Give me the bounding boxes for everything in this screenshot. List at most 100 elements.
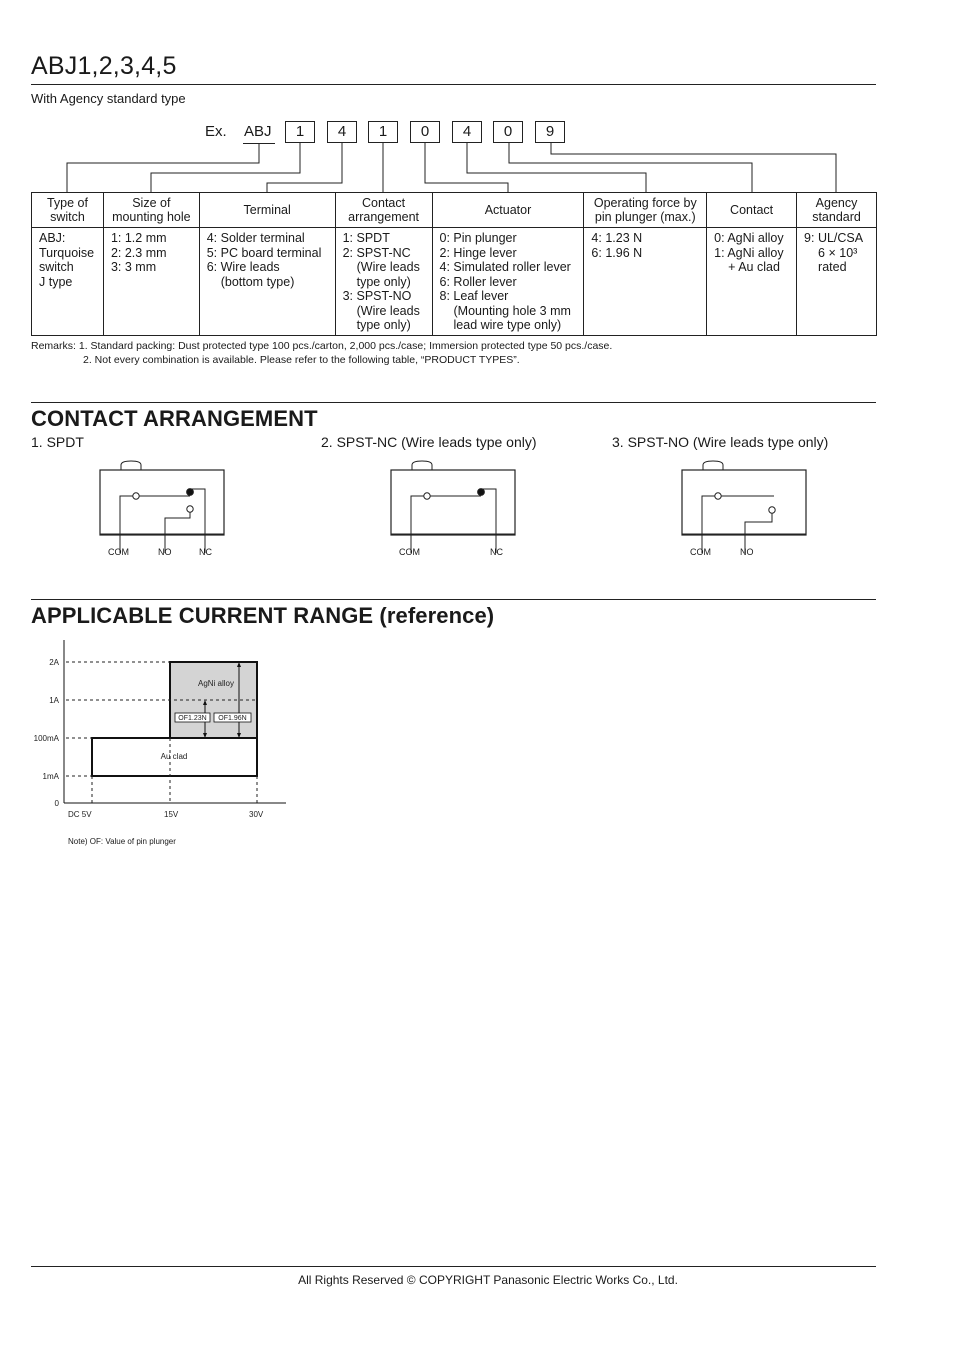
terminal-label-no: NO [740,547,754,557]
connector-terminal [266,143,343,193]
option-text: 0: AgNi alloy [714,231,784,245]
code-connector-lines [66,143,837,193]
column-header: Operating force by pin plunger (max.) [583,192,708,228]
option-text: 1: 1.2 mm [110,231,167,245]
table-cell: ABJ: Turquoise switch J type [31,227,104,336]
diagram-title-spst-nc: 2. SPST-NC (Wire leads type only) [321,434,537,450]
option-text: (Mounting hole 3 mm [453,303,571,318]
no-contact-icon [186,505,194,513]
table-cell: 1: 1.2 mm 2: 2.3 mm 3: 3 mm [102,227,200,336]
plunger-icon [702,460,724,470]
terminal-label-nc: NC [490,547,503,557]
table-cell: 0: Pin plunger 2: Hinge lever 4: Simulated… [431,227,585,336]
section-divider [31,599,876,600]
plunger-icon [120,460,142,470]
of123-label: OF1.23N [178,715,206,722]
diagram-title-spst-no: 3. SPST-NO (Wire leads type only) [612,434,829,450]
column-header-text: switch [50,210,85,224]
footer-divider [31,1266,876,1267]
y-tick-label: 1mA [43,772,60,781]
copyright-footer: All Rights Reserved © COPYRIGHT Panasoni… [298,1273,678,1287]
plunger-icon [411,460,433,470]
of196-label: OF1.96N [218,715,246,722]
option-text: Turquoise [39,245,95,260]
option-text: (Wire leads [356,303,420,318]
current-range-chart: 01mA100mA1A2ADC 5VAC 5V15V15V30V125VAgNi… [34,640,286,818]
section-heading-contact-arrangement: CONTACT ARRANGEMENT [31,406,318,431]
x-tick-label-dc: 30V [249,810,264,818]
com-contact-icon [132,492,140,500]
com-contact-icon [714,492,722,500]
table-cell: 9: UL/CSA 6 × 10³ rated [796,227,877,336]
connector-type [66,144,260,193]
option-text: 1: AgNi alloy [714,245,784,260]
column-header: Agency standard [796,192,877,228]
terminal-label-com: COM [399,547,420,557]
column-header-text: Contact [362,196,406,210]
option-text: lead wire type only) [453,318,562,332]
column-header: Actuator [431,192,585,228]
column-header: Type of switch [31,192,104,228]
part-number-table: Type of switch Size of mounting hole Termina… [31,192,877,336]
connector-size [150,143,301,193]
option-text: rated [818,260,847,274]
option-text: (bottom type) [220,274,295,289]
column-header-text: Operating force by [593,196,697,210]
column-header-text: Terminal [243,203,291,217]
x-tick-label-dc: DC 5V [68,810,92,818]
nc-contact-icon [186,488,194,496]
connector-agency [550,143,837,193]
connector-force [466,143,647,193]
nc-contact-icon [477,488,485,496]
option-text: 6: Roller lever [439,274,517,289]
option-text: (Wire leads [356,260,420,274]
column-header-text: arrangement [348,210,419,224]
column-header-text: Size of [132,196,171,210]
terminal-label-com: COM [690,547,711,557]
option-text: 9: UL/CSA [804,231,864,245]
column-header-text: Actuator [484,203,532,217]
terminal-label-no: NO [158,547,172,557]
section-divider [31,402,876,403]
table-row: ABJ: Turquoise switch J type 1: 1.2 mm 2: 2.3… [31,227,877,336]
remarks: Remarks: 1. Standard packing: Dust prote… [31,339,612,367]
table-cell: 4: Solder terminal 5: PC board terminal 6:… [198,227,336,336]
option-text: 2: SPST-NC [342,245,411,260]
option-text: 6 × 10³ [818,245,858,260]
option-text: 4: 1.23 N [591,231,643,245]
column-header-text: Type of [46,196,88,210]
option-text: type only) [356,318,411,332]
y-tick-label: 1A [49,696,59,705]
remark-item: 1. Standard packing: Dust protected type… [78,340,613,352]
remark-item: 2. Not every combination is available. P… [83,354,520,366]
column-header-text: mounting hole [112,210,191,224]
option-text: J type [39,274,73,289]
table-cell: 4: 1.23 N 6: 1.96 N [583,227,708,336]
option-text: 6: Wire leads [206,260,280,274]
no-contact-icon [768,506,776,514]
option-text: type only) [356,274,411,289]
column-header-text: pin plunger (max.) [594,210,696,224]
option-text: 2: 2.3 mm [110,245,167,260]
option-text: 5: PC board terminal [206,245,322,260]
column-header-text: Contact [730,203,774,217]
option-text: 1: SPDT [342,231,390,245]
diagram-title-spdt: 1. SPDT [31,434,84,450]
table-header-row: Type of switch Size of mounting hole Termina… [31,192,877,228]
column-header: Size of mounting hole [102,192,200,228]
remarks-label: Remarks: [31,340,76,352]
chart-note: Note) OF: Value of pin plunger [68,837,176,846]
column-header: Contact arrangement [334,192,433,228]
option-text: 2: Hinge lever [439,245,517,260]
option-text: 4: Solder terminal [206,231,305,245]
x-tick-label-dc: 15V [164,810,179,818]
y-tick-label: 100mA [34,734,60,743]
terminal-label-com: COM [108,547,129,557]
option-text: 0: Pin plunger [439,231,517,245]
region-label-agni: AgNi alloy [198,679,234,688]
option-text: ABJ: [39,231,66,245]
option-text: + Au clad [728,260,780,274]
option-text: 6: 1.96 N [591,245,643,260]
option-text: 3: 3 mm [110,260,157,274]
y-tick-label: 0 [55,799,60,808]
